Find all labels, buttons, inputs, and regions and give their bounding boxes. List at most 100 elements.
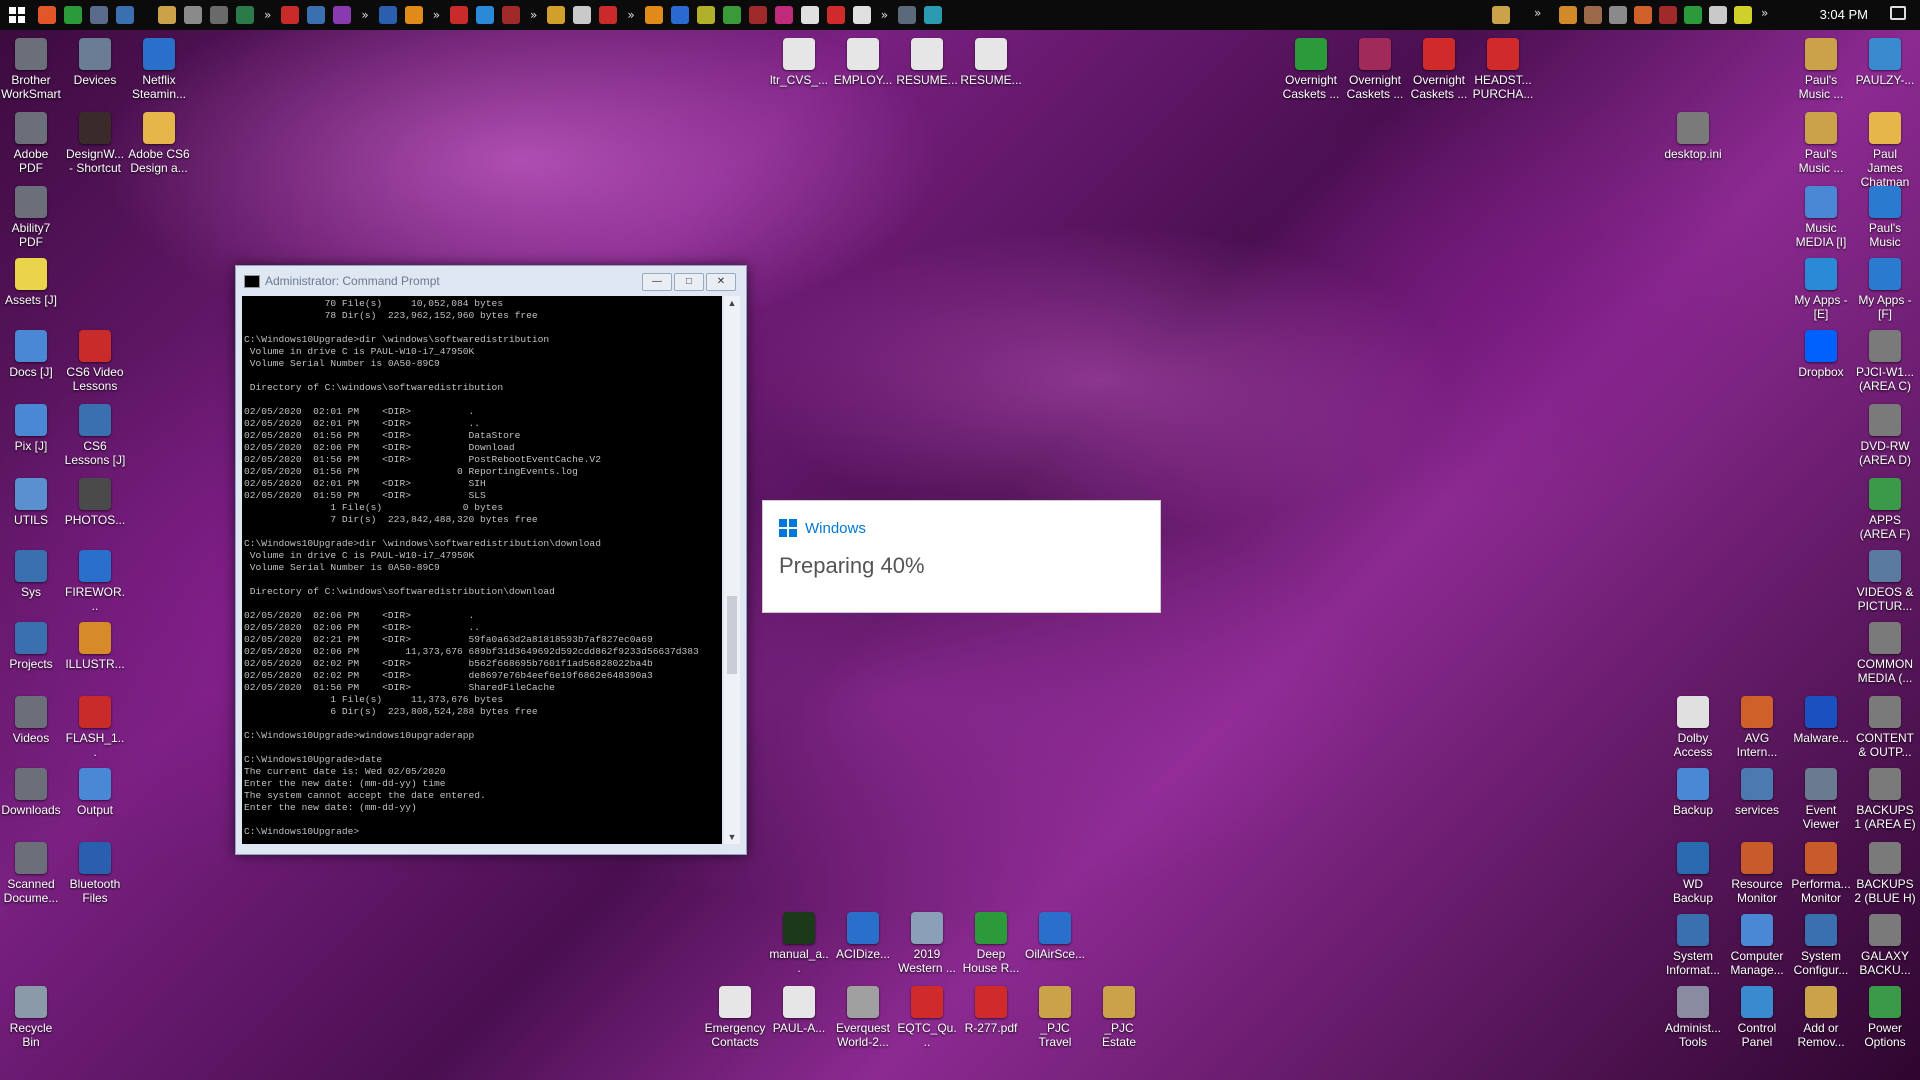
- overflow-chevron-icon[interactable]: »: [530, 8, 537, 22]
- desktop-icon[interactable]: Pix [J]: [0, 404, 62, 453]
- desktop-icon[interactable]: System Informat...: [1662, 914, 1724, 977]
- desktop-icon[interactable]: Paul James Chatman: [1854, 112, 1916, 189]
- desktop-icon[interactable]: RESUME...: [896, 38, 958, 87]
- taskbar-clock[interactable]: 3:04 PM: [1820, 7, 1868, 22]
- desktop-icon[interactable]: Administ... Tools: [1662, 986, 1724, 1049]
- desktop-icon[interactable]: Paul's Music ...: [1790, 112, 1852, 175]
- tray-icon[interactable]: [1559, 6, 1577, 24]
- desktop-icon[interactable]: Downloads: [0, 768, 62, 817]
- desktop-icon[interactable]: RESUME...: [960, 38, 1022, 87]
- photoshop-icon[interactable]: [670, 6, 689, 24]
- overflow-chevron-icon[interactable]: »: [361, 8, 368, 22]
- app-icon[interactable]: [800, 6, 819, 24]
- desktop-icon[interactable]: services: [1726, 768, 1788, 817]
- desktop-icon[interactable]: VIDEOS & PICTUR...: [1854, 550, 1916, 613]
- desktop-icon[interactable]: ACIDize...: [832, 912, 894, 961]
- desktop-icon[interactable]: Adobe CS6 Design a...: [128, 112, 190, 175]
- desktop-icon[interactable]: My Apps - [E]: [1790, 258, 1852, 321]
- indesign-icon[interactable]: [774, 6, 793, 24]
- app-icon[interactable]: [924, 6, 943, 24]
- app-icon[interactable]: [90, 6, 108, 24]
- desktop-icon[interactable]: manual_a...: [768, 912, 830, 975]
- app-icon[interactable]: [450, 6, 469, 24]
- desktop-icon[interactable]: Scanned Docume...: [0, 842, 62, 905]
- desktop-icon[interactable]: Add or Remov...: [1790, 986, 1852, 1049]
- tray-overflow-icon[interactable]: »: [1534, 6, 1541, 20]
- app-icon[interactable]: [116, 6, 134, 24]
- desktop-icon[interactable]: Ability7 PDF: [0, 186, 62, 249]
- tray-icon[interactable]: [1634, 6, 1652, 24]
- app-icon[interactable]: [898, 6, 917, 24]
- desktop-icon[interactable]: ltr_CVS_...: [768, 38, 830, 87]
- tray-overflow-icon[interactable]: »: [1761, 6, 1768, 20]
- desktop-icon[interactable]: EQTC_Qu...: [896, 986, 958, 1049]
- app-icon[interactable]: [852, 6, 871, 24]
- desktop-icon[interactable]: Sys: [0, 550, 62, 599]
- desktop-icon[interactable]: Videos: [0, 696, 62, 745]
- desktop-icon[interactable]: Paul's Music ...: [1790, 38, 1852, 101]
- desktop-icon[interactable]: Overnight Caskets ...: [1344, 38, 1406, 101]
- desktop-icon[interactable]: Devices: [64, 38, 126, 87]
- app-icon[interactable]: [158, 6, 176, 24]
- desktop-icon[interactable]: ILLUSTR...: [64, 622, 126, 671]
- app-icon[interactable]: [547, 6, 566, 24]
- volume-icon[interactable]: [1709, 6, 1727, 24]
- minimize-button[interactable]: —: [642, 273, 672, 291]
- desktop-icon[interactable]: Performa... Monitor: [1790, 842, 1852, 905]
- desktop-icon[interactable]: Brother WorkSmart: [0, 38, 62, 101]
- app-icon[interactable]: [502, 6, 521, 24]
- tray-icon[interactable]: [1584, 6, 1602, 24]
- desktop-icon[interactable]: Control Panel: [1726, 986, 1788, 1049]
- desktop-icon[interactable]: FIREWOR...: [64, 550, 126, 613]
- app-icon[interactable]: [210, 6, 228, 24]
- desktop-icon[interactable]: Adobe PDF: [0, 112, 62, 175]
- firefox-icon[interactable]: [38, 6, 56, 24]
- desktop-icon[interactable]: Overnight Caskets ...: [1280, 38, 1342, 101]
- close-button[interactable]: ✕: [706, 273, 736, 291]
- app-icon[interactable]: [307, 6, 326, 24]
- desktop-icon[interactable]: _PJC Estate: [1088, 986, 1150, 1049]
- overflow-chevron-icon[interactable]: »: [881, 8, 888, 22]
- desktop-icon[interactable]: Dropbox: [1790, 330, 1852, 379]
- desktop-icon[interactable]: WD Backup: [1662, 842, 1724, 905]
- desktop-icon[interactable]: Backup: [1662, 768, 1724, 817]
- desktop-icon[interactable]: CS6 Video Lessons: [64, 330, 126, 393]
- app-icon[interactable]: [378, 6, 397, 24]
- desktop-icon[interactable]: 2019 Western ...: [896, 912, 958, 975]
- maximize-button[interactable]: □: [674, 273, 704, 291]
- desktop-icon[interactable]: PAULZY-...: [1854, 38, 1916, 87]
- notification-center-icon[interactable]: [1890, 6, 1906, 20]
- desktop-icon[interactable]: My Apps - [F]: [1854, 258, 1916, 321]
- network-icon[interactable]: [1684, 6, 1702, 24]
- desktop-icon[interactable]: BACKUPS 2 (BLUE H): [1854, 842, 1916, 905]
- overflow-chevron-icon[interactable]: »: [433, 8, 440, 22]
- desktop-icon[interactable]: EMPLOY...: [832, 38, 894, 87]
- tray-icon[interactable]: [1734, 6, 1752, 24]
- desktop-icon[interactable]: Malware...: [1790, 696, 1852, 745]
- desktop-icon[interactable]: FLASH_1...: [64, 696, 126, 759]
- vertical-scrollbar[interactable]: ▲ ▼: [724, 296, 740, 844]
- desktop-icon[interactable]: UTILS: [0, 478, 62, 527]
- desktop-icon[interactable]: Netflix Steamin...: [128, 38, 190, 101]
- desktop-icon[interactable]: Projects: [0, 622, 62, 671]
- start-button[interactable]: [0, 0, 34, 30]
- vlc-icon[interactable]: [404, 6, 423, 24]
- overflow-chevron-icon[interactable]: »: [264, 8, 271, 22]
- overflow-chevron-icon[interactable]: »: [627, 8, 634, 22]
- fireworks-icon[interactable]: [696, 6, 715, 24]
- desktop-icon[interactable]: AVG Intern...: [1726, 696, 1788, 759]
- desktop-icon[interactable]: DesignW... - Shortcut: [64, 112, 126, 175]
- desktop-icon[interactable]: Power Options: [1854, 986, 1916, 1049]
- scrollbar-thumb[interactable]: [727, 596, 737, 674]
- desktop-icon[interactable]: Resource Monitor: [1726, 842, 1788, 905]
- desktop-icon[interactable]: R-277.pdf: [960, 986, 1022, 1035]
- desktop-icon[interactable]: DVD-RW (AREA D): [1854, 404, 1916, 467]
- desktop-icon[interactable]: PAUL-A...: [768, 986, 830, 1035]
- app-icon[interactable]: [236, 6, 254, 24]
- scroll-down-arrow-icon[interactable]: ▼: [724, 832, 740, 842]
- desktop-icon[interactable]: Everquest World-2...: [832, 986, 894, 1049]
- desktop-icon[interactable]: Recycle Bin: [0, 986, 62, 1049]
- desktop-icon[interactable]: PHOTOS...: [64, 478, 126, 527]
- app-icon[interactable]: [573, 6, 592, 24]
- desktop-icon[interactable]: Deep House R...: [960, 912, 1022, 975]
